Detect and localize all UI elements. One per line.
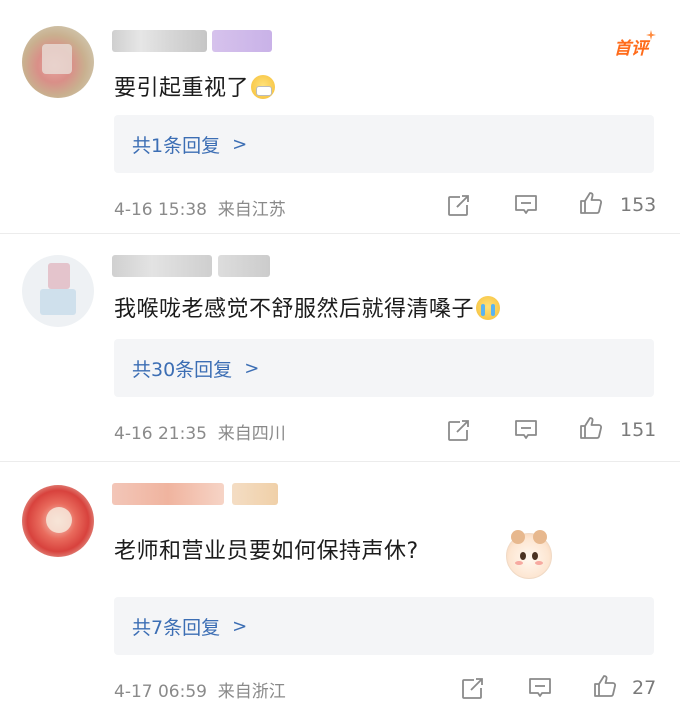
crying-face-emoji (476, 296, 501, 320)
comment-location: 来自四川 (217, 424, 286, 444)
avatar[interactable] (22, 26, 94, 98)
like-icon[interactable] (578, 415, 604, 441)
first-comment-badge: 首评 (614, 39, 648, 59)
like-count: 27 (632, 677, 657, 699)
avatar[interactable] (22, 255, 94, 327)
comment-time: 4-16 21:35 (114, 424, 207, 444)
comment-icon[interactable] (513, 417, 539, 443)
share-icon[interactable] (446, 417, 472, 443)
username-blurred[interactable] (112, 30, 207, 52)
cute-bear-sticker (506, 530, 552, 579)
user-badge-blurred (212, 30, 272, 52)
comment-item: 我喉咙老感觉不舒服然后就得清嗓子 共30条回复 > 4-16 21:35 来自四… (0, 233, 680, 455)
comment-text: 我喉咙老感觉不舒服然后就得清嗓子 (114, 291, 501, 323)
chevron-right-icon: > (232, 615, 248, 637)
user-badge-blurred (232, 483, 278, 505)
mask-face-emoji (251, 75, 276, 99)
comment-icon[interactable] (513, 192, 539, 218)
comment-item: 老师和营业员要如何保持声休? 共7条回复 > 4-17 06:59 来自浙江 2 (0, 461, 680, 717)
like-count: 153 (620, 194, 657, 216)
username-blurred[interactable] (112, 255, 212, 277)
comment-meta: 4-16 15:38 来自江苏 (114, 195, 286, 220)
like-icon[interactable] (578, 190, 604, 216)
username-blurred[interactable] (112, 483, 224, 505)
user-badge-blurred (218, 255, 270, 277)
like-icon[interactable] (592, 673, 618, 699)
comment-feed: 首评 要引起重视了 共1条回复 > 4-16 15:38 来自江苏 153 我喉… (0, 0, 680, 717)
share-icon[interactable] (446, 192, 472, 218)
comment-meta: 4-17 06:59 来自浙江 (114, 677, 286, 702)
like-count: 151 (620, 419, 657, 441)
comment-icon[interactable] (527, 675, 553, 701)
comment-time: 4-16 15:38 (114, 200, 207, 220)
comment-item: 首评 要引起重视了 共1条回复 > 4-16 15:38 来自江苏 153 (0, 0, 680, 233)
comment-text: 要引起重视了 (114, 70, 276, 102)
comment-meta: 4-16 21:35 来自四川 (114, 419, 286, 444)
view-replies-button[interactable]: 共1条回复 > (114, 115, 654, 173)
comment-location: 来自江苏 (217, 200, 286, 220)
view-replies-button[interactable]: 共7条回复 > (114, 597, 654, 655)
sparkle-icon (646, 30, 656, 40)
comment-text: 老师和营业员要如何保持声休? (114, 539, 419, 564)
chevron-right-icon: > (232, 133, 248, 155)
avatar[interactable] (22, 485, 94, 557)
comment-time: 4-17 06:59 (114, 682, 207, 702)
chevron-right-icon: > (244, 357, 260, 379)
comment-location: 来自浙江 (217, 682, 286, 702)
share-icon[interactable] (460, 675, 486, 701)
view-replies-button[interactable]: 共30条回复 > (114, 339, 654, 397)
